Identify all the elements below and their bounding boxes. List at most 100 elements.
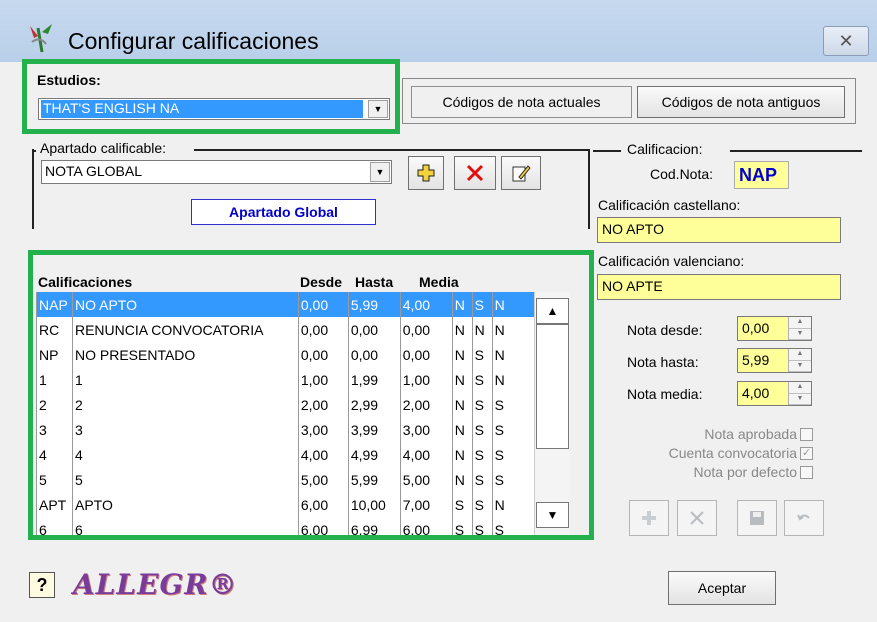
nota-por-defecto-checkbox[interactable] xyxy=(800,466,813,479)
window-title: Configurar calificaciones xyxy=(68,28,319,54)
edit-apartado-button[interactable] xyxy=(501,156,541,190)
table-cell: 4,00 xyxy=(297,442,349,467)
cuenta-convocatoria-label: Cuenta convocatoria xyxy=(668,445,797,461)
undo-calificacion-button[interactable] xyxy=(784,500,824,536)
table-row[interactable]: RC RENUNCIA CONVOCATORIA 0,00 0,00 0,00 N N N xyxy=(36,317,570,342)
cod-nota-field[interactable]: NAP xyxy=(734,161,789,189)
nota-aprobada-checkbox[interactable] xyxy=(800,428,813,441)
help-button[interactable]: ? xyxy=(29,572,55,598)
table-cell: 4 xyxy=(36,442,73,467)
apartado-group-border-top xyxy=(194,149,590,151)
table-cell: NAP xyxy=(36,292,73,317)
cuenta-convocatoria-checkbox[interactable]: ✓ xyxy=(800,447,813,460)
grid-scrollbar[interactable]: ▲ ▼ xyxy=(534,292,570,535)
add-apartado-button[interactable] xyxy=(408,156,444,190)
stepper-arrows-icon[interactable]: ▲ ▼ xyxy=(788,317,811,340)
table-row[interactable]: 3 3 3,00 3,99 3,00 N S S xyxy=(36,417,570,442)
stepper-arrows-icon[interactable]: ▲ ▼ xyxy=(788,349,811,372)
title-bar: Configurar calificaciones ✕ xyxy=(0,0,877,62)
table-cell: S xyxy=(471,467,493,492)
table-cell: RC xyxy=(36,317,73,342)
table-cell: 3,99 xyxy=(347,417,401,442)
table-cell: 3 xyxy=(71,417,299,442)
scroll-thumb[interactable] xyxy=(536,324,569,449)
table-row[interactable]: 2 2 2,00 2,99 2,00 N S S xyxy=(36,392,570,417)
nota-hasta-label: Nota hasta: xyxy=(627,354,699,370)
tab-codigos-antiguos[interactable]: Códigos de nota antiguos xyxy=(637,86,845,118)
table-cell: NO APTO xyxy=(71,292,299,317)
nota-media-label: Nota media: xyxy=(627,386,703,402)
estudios-highlight xyxy=(22,59,400,134)
table-cell: 5,99 xyxy=(347,292,401,317)
table-cell: 0,00 xyxy=(297,342,349,367)
table-row[interactable]: APT APTO 6,00 10,00 7,00 S S N xyxy=(36,492,570,517)
table-cell: 1,00 xyxy=(297,367,349,392)
table-cell: 4,00 xyxy=(399,292,453,317)
table-cell: 0,00 xyxy=(297,317,349,342)
scroll-down-icon[interactable]: ▼ xyxy=(536,502,569,528)
save-calificacion-button[interactable] xyxy=(737,500,777,536)
apartado-group-border-right xyxy=(588,149,590,229)
calificacion-group-label: Calificacion: xyxy=(627,141,703,157)
close-button[interactable]: ✕ xyxy=(823,26,869,56)
nota-media-stepper[interactable]: 4,00 ▲ ▼ xyxy=(737,381,812,406)
table-row[interactable]: NAP NO APTO 0,00 5,99 4,00 N S N xyxy=(36,292,570,317)
col-header-calificaciones: Calificaciones xyxy=(38,274,133,290)
table-row[interactable]: 4 4 4,00 4,99 4,00 N S S xyxy=(36,442,570,467)
table-cell: N xyxy=(471,317,493,342)
table-row[interactable]: 6 6 6,00 6,99 6,00 S S S xyxy=(36,517,570,535)
estudios-select[interactable]: THAT'S ENGLISH NA ▼ xyxy=(38,98,390,120)
calificaciones-grid[interactable]: NAP NO APTO 0,00 5,99 4,00 N S N RC RENUNCIA CONV… xyxy=(36,292,570,535)
nota-desde-stepper[interactable]: 0,00 ▲ ▼ xyxy=(737,316,812,341)
chevron-down-icon[interactable]: ▼ xyxy=(370,162,390,182)
table-cell: 5 xyxy=(36,467,73,492)
castellano-field[interactable]: NO APTO xyxy=(597,217,841,243)
valenciano-field[interactable]: NO APTE xyxy=(597,274,841,300)
table-cell: N xyxy=(451,467,473,492)
scroll-up-icon[interactable]: ▲ xyxy=(536,298,569,324)
nota-media-value: 4,00 xyxy=(742,385,770,401)
table-cell: 6,00 xyxy=(399,517,453,535)
tab-label: Códigos de nota actuales xyxy=(442,94,601,110)
apartado-select[interactable]: NOTA GLOBAL ▼ xyxy=(41,160,392,184)
table-cell: 0,00 xyxy=(399,317,453,342)
group-corner xyxy=(34,150,36,152)
nota-por-defecto-label: Nota por defecto xyxy=(693,464,797,480)
table-cell: 6 xyxy=(71,517,299,535)
col-header-desde: Desde xyxy=(300,274,343,290)
help-icon: ? xyxy=(36,574,48,595)
table-cell: N xyxy=(451,367,473,392)
save-icon xyxy=(750,511,764,525)
table-row[interactable]: 5 5 5,00 5,99 5,00 N S S xyxy=(36,467,570,492)
delete-calificacion-button[interactable] xyxy=(677,500,717,536)
allegro-logo: ALLEGR® xyxy=(73,568,238,601)
stepper-arrows-icon[interactable]: ▲ ▼ xyxy=(788,382,811,405)
aceptar-button[interactable]: Aceptar xyxy=(668,571,776,605)
delete-apartado-button[interactable] xyxy=(454,156,496,190)
nota-hasta-stepper[interactable]: 5,99 ▲ ▼ xyxy=(737,348,812,373)
table-cell: S xyxy=(471,342,493,367)
table-cell: N xyxy=(451,442,473,467)
table-row[interactable]: NP NO PRESENTADO 0,00 0,00 0,00 N S N xyxy=(36,342,570,367)
calificacion-group-border-top-right xyxy=(730,150,862,152)
apartado-selected-value: NOTA GLOBAL xyxy=(45,163,142,179)
plus-icon xyxy=(642,511,656,525)
grid-table: NAP NO APTO 0,00 5,99 4,00 N S N RC RENUNCIA CONV… xyxy=(36,292,570,535)
table-cell: 10,00 xyxy=(347,492,401,517)
table-cell: NO PRESENTADO xyxy=(71,342,299,367)
table-cell: S xyxy=(471,517,493,535)
table-cell: 1,99 xyxy=(347,367,401,392)
chevron-down-icon[interactable]: ▼ xyxy=(368,100,388,118)
table-cell: 4 xyxy=(71,442,299,467)
nota-desde-value: 0,00 xyxy=(742,320,770,336)
table-cell: S xyxy=(471,367,493,392)
tab-label: Códigos de nota antiguos xyxy=(661,94,821,110)
add-calificacion-button[interactable] xyxy=(629,500,669,536)
apartado-global-button[interactable]: Apartado Global xyxy=(191,199,376,225)
table-cell: RENUNCIA CONVOCATORIA xyxy=(71,317,299,342)
app-icon xyxy=(30,24,52,53)
tab-codigos-actuales[interactable]: Códigos de nota actuales xyxy=(411,86,632,118)
table-cell: 6 xyxy=(36,517,73,535)
table-cell: 0,00 xyxy=(297,292,349,317)
table-row[interactable]: 1 1 1,00 1,99 1,00 N S N xyxy=(36,367,570,392)
